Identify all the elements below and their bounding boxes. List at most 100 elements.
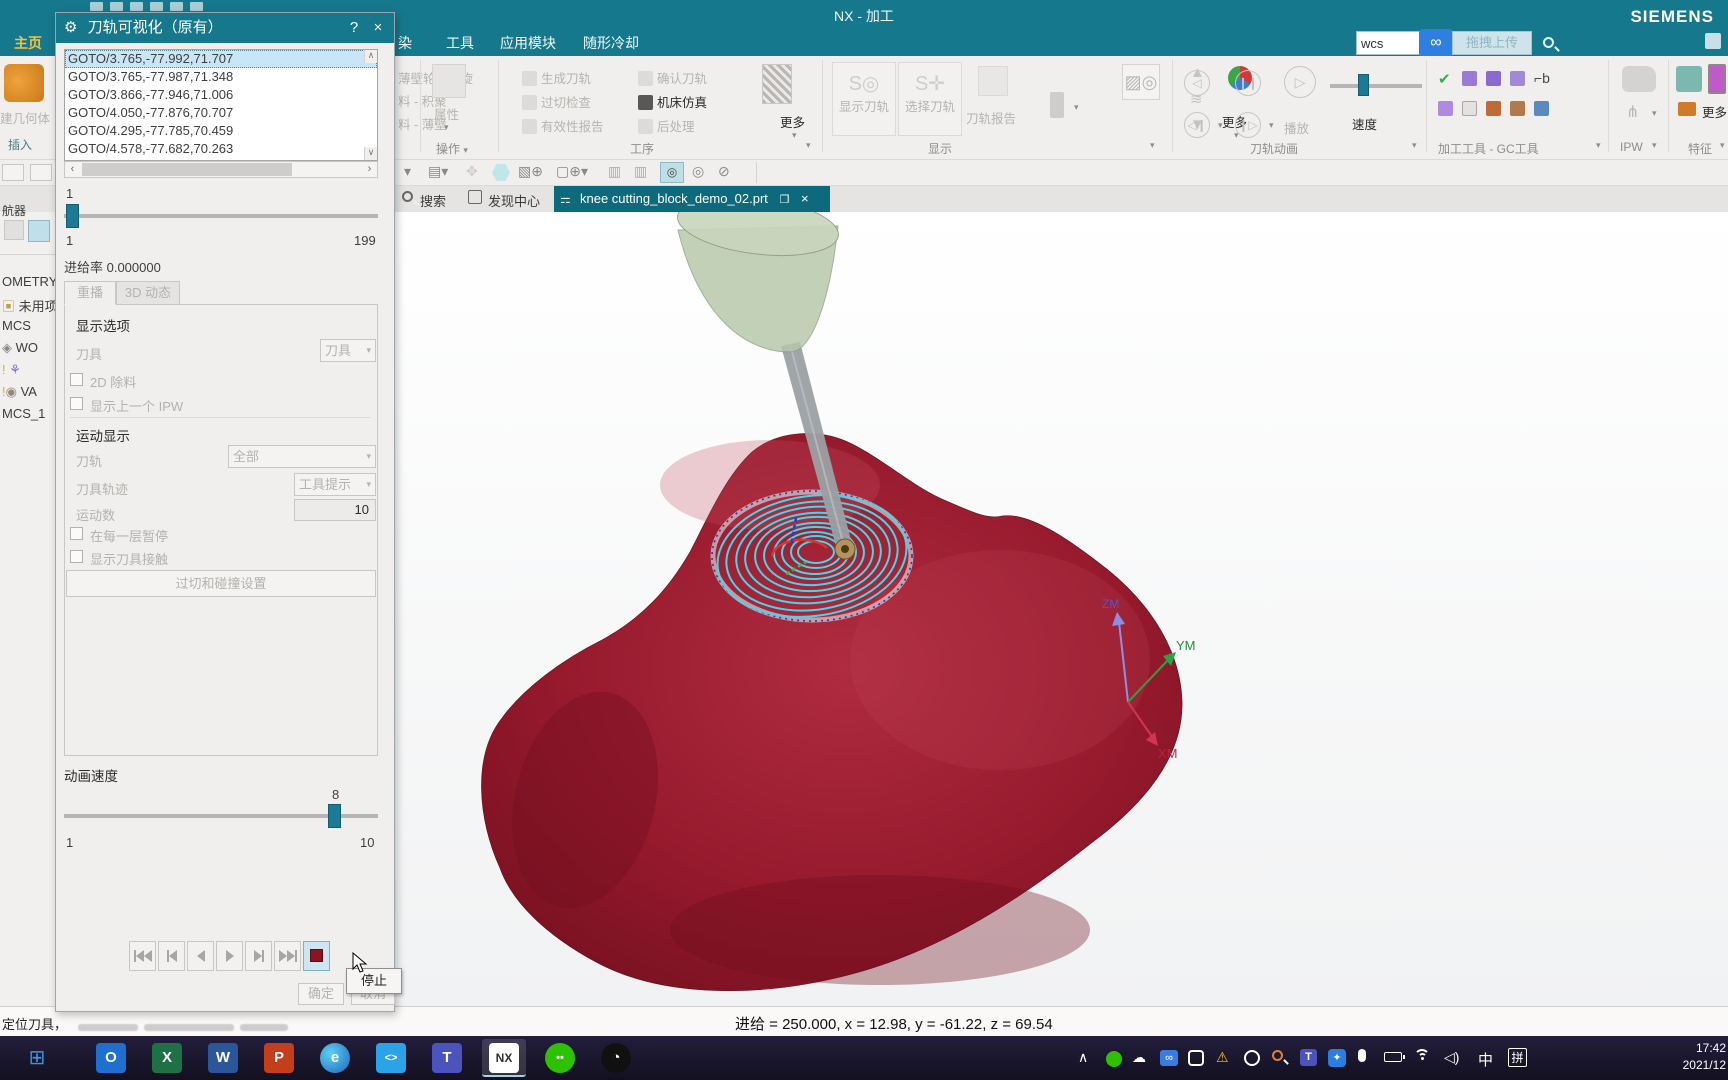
tab-home[interactable]: 主页 [14,33,42,53]
gc-icon[interactable] [1438,100,1457,118]
toolpath-dropdown[interactable]: 全部▾ [228,445,376,468]
tray-bird-app-icon[interactable]: ✦ [1328,1049,1346,1067]
tab-search[interactable]: 搜索 [420,191,446,210]
taskbar-teams[interactable]: T [432,1043,462,1073]
feature-big-icon[interactable] [1708,64,1726,94]
anim-step-fwd-icon[interactable]: ❙▷ [1235,112,1261,138]
post-process[interactable]: 后处理 [638,116,695,135]
tree-item[interactable]: MCS [2,318,31,333]
stop-button[interactable] [303,941,330,971]
taskbar-wechat[interactable]: •• [545,1043,575,1073]
play-forward-button[interactable] [216,941,243,971]
checkbox-pause-each-level[interactable] [70,527,83,540]
anim-play-icon[interactable]: ▷ [1284,66,1316,98]
nav-icon-active[interactable] [28,220,50,242]
hscroll-right-arrow[interactable]: › [362,162,377,177]
gc-icon[interactable] [1510,70,1529,88]
goto-row[interactable]: GOTO/3.866,-77.946,71.006 [65,86,377,104]
start-button[interactable]: ⊞ [22,1043,52,1073]
taskbar-obs[interactable]: ◔ [601,1043,631,1073]
dialog-close-button[interactable]: × [366,13,390,43]
taskbar-powerpoint[interactable]: P [264,1043,294,1073]
gc-icon[interactable]: ⌐b [1534,70,1550,88]
hexagon-icon[interactable] [492,164,510,181]
tray-battery-icon[interactable] [1384,1052,1402,1062]
properties-icon[interactable] [432,64,466,98]
tray-wifi-icon[interactable] [1414,1049,1430,1062]
anim-pause-icon[interactable]: ❙❙ [1235,70,1261,96]
validity-report[interactable]: 有效性报告 [522,116,604,135]
window-icon[interactable] [1705,33,1721,49]
rect-target-icon[interactable]: ▢⊕▾ [556,163,588,180]
gc-icon[interactable] [1486,100,1505,118]
ipw-hatch-icon[interactable] [762,64,792,104]
tray-ime-pinyin[interactable]: 拼 [1508,1048,1527,1067]
machine-simulation[interactable]: 机床仿真 [638,92,707,111]
tree-item[interactable]: !◉ VA [2,384,37,400]
shaded-box-icon[interactable]: ▥ [608,163,621,180]
toolbar-slot[interactable] [30,164,52,181]
taskbar-excel[interactable]: X [152,1043,182,1073]
gc-icon[interactable] [1534,100,1553,118]
mcs-eye-icon[interactable]: ◎ [660,162,684,183]
tray-volume-icon[interactable]: ◁) [1444,1049,1459,1066]
goto-row-selected[interactable]: GOTO/3.765,-77.992,71.707 [65,50,377,68]
tray-clock[interactable]: 17:42 2021/12 [1672,1040,1726,1074]
generate-toolpath[interactable]: 生成刀轨 [522,68,591,87]
tool-dropdown[interactable]: 刀具▾ [320,339,376,362]
tray-outlook-alert-icon[interactable]: ⚠ [1216,1049,1229,1066]
group-feature-label[interactable]: 特征 [1688,140,1712,157]
verify-toolpath[interactable]: 确认刀轨 [638,68,707,87]
tray-chevron-icon[interactable]: ∧ [1078,1049,1088,1066]
tray-teams-icon[interactable]: T [1300,1049,1317,1066]
goto-row[interactable]: GOTO/4.295,-77.785,70.459 [65,122,377,140]
shaded-box2-icon[interactable]: ▥ [634,163,647,180]
group-operations-label[interactable]: 操作 ▾ [436,140,468,157]
tool-display-icon[interactable] [1050,92,1064,118]
gouge-check[interactable]: 过切检查 [522,92,591,111]
hscroll-thumb[interactable] [82,163,292,176]
go-to-end-button[interactable] [274,941,301,971]
tab-part-file[interactable]: ⚎ knee cutting_block_demo_02.prt ❐ × [554,186,830,212]
gc-check-icon[interactable]: ✔ [1438,70,1451,89]
goto-list[interactable]: GOTO/3.765,-77.992,71.707 GOTO/3.765,-77… [64,49,378,161]
goto-hscrollbar[interactable]: ‹ › [64,161,378,178]
feature-stamp-icon[interactable] [1678,102,1696,116]
play-backward-button[interactable] [187,941,214,971]
selection-filter-icon[interactable]: ▤▾ [428,163,448,180]
anim-step-back-icon[interactable]: ◁❙ [1184,112,1210,138]
go-to-start-button[interactable] [129,941,156,971]
menu-render[interactable]: 染 [398,33,412,53]
menu-application-modules[interactable]: 应用模块 [500,33,556,53]
tool-trace-dropdown[interactable]: 工具提示▾ [294,473,376,496]
progress-slider-thumb[interactable] [66,204,79,228]
tray-wechat-icon[interactable] [1106,1051,1122,1067]
tree-item[interactable]: ▣ 未用项 [2,296,58,315]
gouge-collision-settings-button[interactable]: 过切和碰撞设置 [66,570,376,597]
goto-row[interactable]: GOTO/3.765,-77.987,71.348 [65,68,377,86]
tray-microphone-icon[interactable] [1358,1049,1366,1062]
eye-off-icon[interactable]: ⊘ [718,163,730,180]
hscroll-left-arrow[interactable]: ‹ [65,162,80,177]
command-search-input[interactable] [1356,31,1420,55]
list-scroll-up[interactable]: ∧ [364,50,377,63]
tray-onedrive-icon[interactable]: ☁ [1132,1049,1146,1066]
tab-replay[interactable]: 重播 [64,281,116,305]
box-target-icon[interactable]: ▧⊕ [518,163,543,180]
group-gc-label[interactable]: 加工工具 - GC工具 [1438,140,1539,157]
dropdown-icon[interactable]: ▾ [404,163,411,180]
group-ipw-label[interactable]: IPW [1620,140,1643,154]
tray-search-icon[interactable] [1272,1050,1283,1061]
pin-tab-icon[interactable]: ❐ [780,194,790,206]
ipw-solid-icon[interactable] [1622,66,1656,92]
toolbar-slot[interactable] [2,164,24,181]
drag-upload-button[interactable]: 拖拽上传 [1452,31,1532,55]
tray-netdisk-icon[interactable]: ∞ [1160,1050,1178,1066]
tree-item[interactable]: ◈ WO [2,340,38,356]
taskbar-vscode[interactable]: <> [376,1043,406,1073]
toolpath-report-icon[interactable] [978,66,1008,96]
checkbox-show-ipw[interactable] [70,397,83,410]
feature-search-icon[interactable] [1676,66,1702,92]
taskbar-outlook[interactable]: O [96,1043,126,1073]
graphics-viewport[interactable]: ZM YM XM [395,212,1728,1006]
